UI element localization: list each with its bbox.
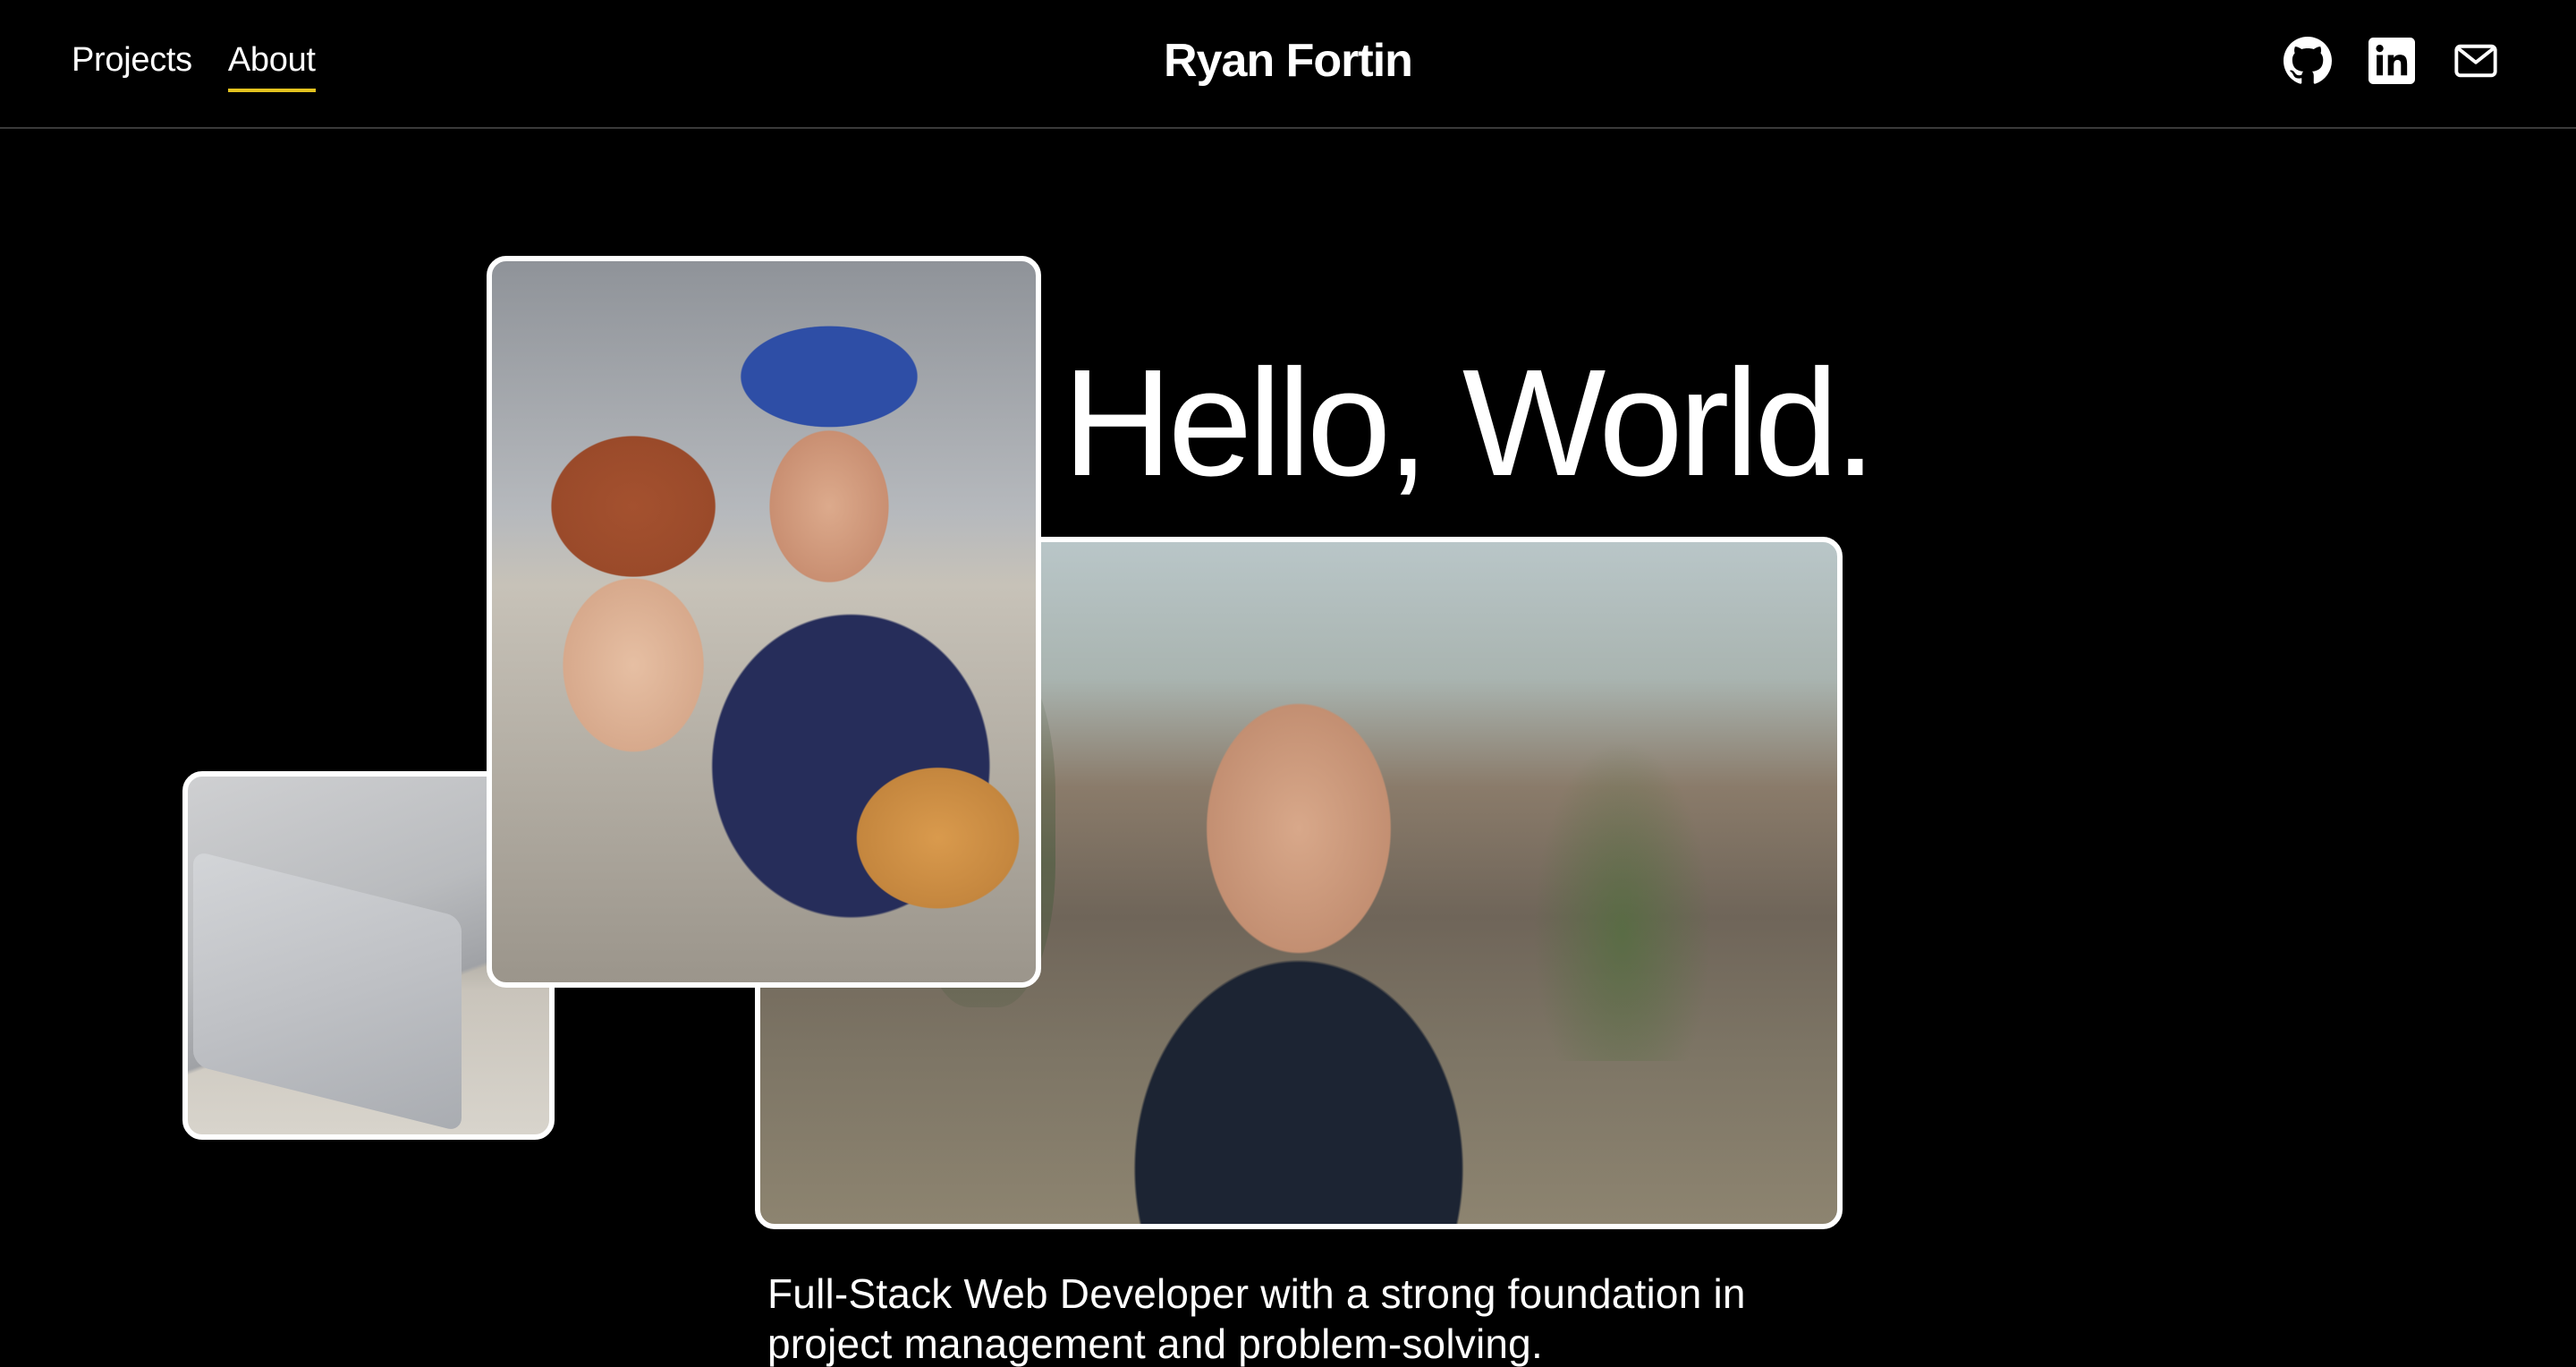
nav-projects-link[interactable]: Projects (72, 41, 192, 92)
nav-about-link[interactable]: About (227, 41, 316, 92)
selfie-photo (487, 256, 1041, 988)
site-brand-title[interactable]: Ryan Fortin (1164, 34, 1413, 88)
github-link[interactable] (2283, 36, 2333, 86)
linkedin-icon (2368, 38, 2415, 84)
page: Projects About Ryan Fortin Hello, World.… (0, 0, 2576, 1367)
hero-heading: Hello, World. (1063, 338, 1877, 508)
main-nav: Projects About (72, 41, 316, 92)
hero-tagline: Full-Stack Web Developer with a strong f… (767, 1270, 1746, 1367)
social-links (2283, 36, 2501, 86)
mail-icon (2454, 44, 2497, 78)
site-header: Projects About Ryan Fortin (0, 0, 2576, 129)
github-icon (2284, 37, 2332, 84)
email-link[interactable] (2451, 36, 2501, 86)
linkedin-link[interactable] (2367, 36, 2417, 86)
